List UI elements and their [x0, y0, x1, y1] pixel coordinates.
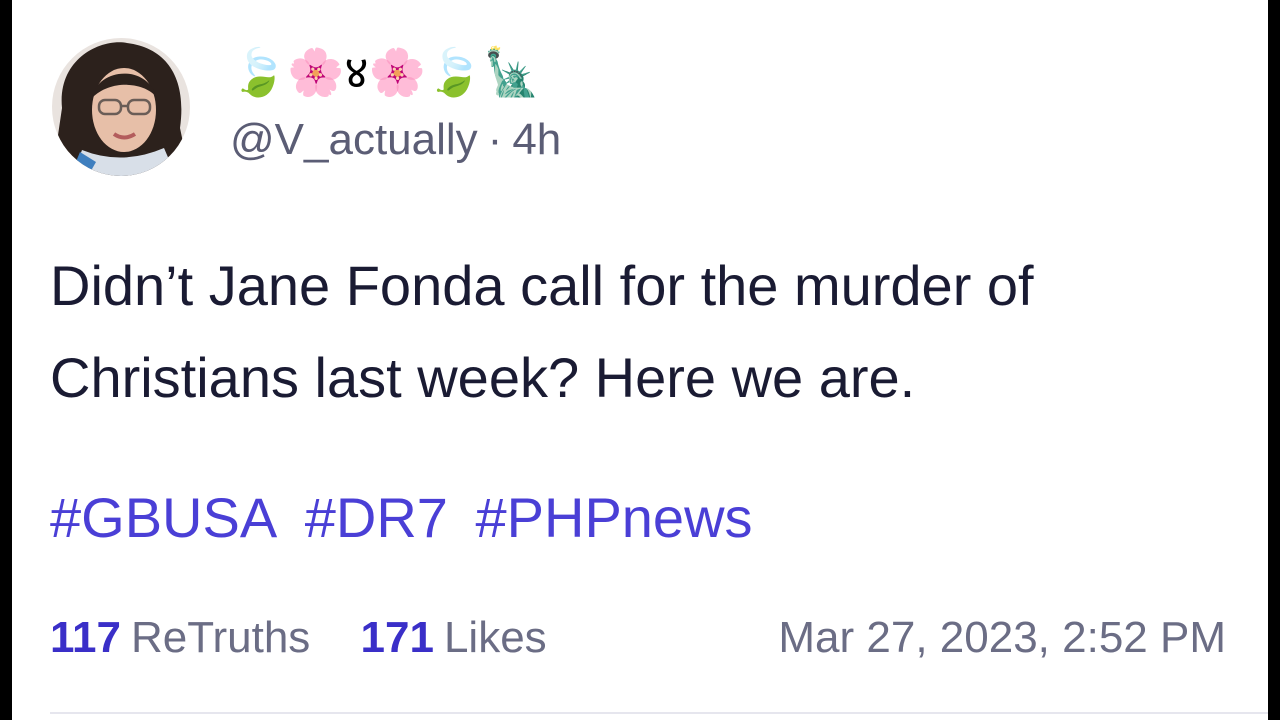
separator: · — [487, 115, 503, 164]
post-timestamp[interactable]: Mar 27, 2023, 2:52 PM — [778, 610, 1226, 666]
retruths-label: ReTruths — [130, 613, 311, 662]
avatar[interactable] — [52, 38, 190, 176]
handle[interactable]: @V_actually — [230, 115, 478, 164]
relative-time[interactable]: 4h — [512, 115, 561, 164]
likes-stat[interactable]: 171 Likes — [361, 610, 547, 666]
hashtags: #GBUSA #DR7 #PHPnews — [50, 480, 765, 556]
retruths-stat[interactable]: 117 ReTruths — [50, 610, 310, 666]
post-stats: 117 ReTruths 171 Likes Mar 27, 2023, 2:52 … — [50, 610, 1230, 666]
post-text: Didn’t Jane Fonda call for the murder of… — [50, 254, 1034, 409]
display-name[interactable]: 🍃🌸४🌸🍃🗽 — [230, 42, 540, 102]
post-card: 🍃🌸४🌸🍃🗽 @V_actually · 4h Didn’t Jane Fonda … — [12, 0, 1268, 720]
likes-count: 171 — [360, 613, 434, 662]
hashtag-link[interactable]: #DR7 — [305, 486, 448, 549]
hashtag-link[interactable]: #PHPnews — [476, 486, 753, 549]
divider — [50, 712, 1268, 720]
hashtag-link[interactable]: #GBUSA — [50, 486, 277, 549]
avatar-image — [52, 38, 190, 176]
retruths-count: 117 — [50, 613, 121, 662]
likes-label: Likes — [443, 613, 547, 662]
handle-row: @V_actually · 4h — [230, 112, 561, 168]
